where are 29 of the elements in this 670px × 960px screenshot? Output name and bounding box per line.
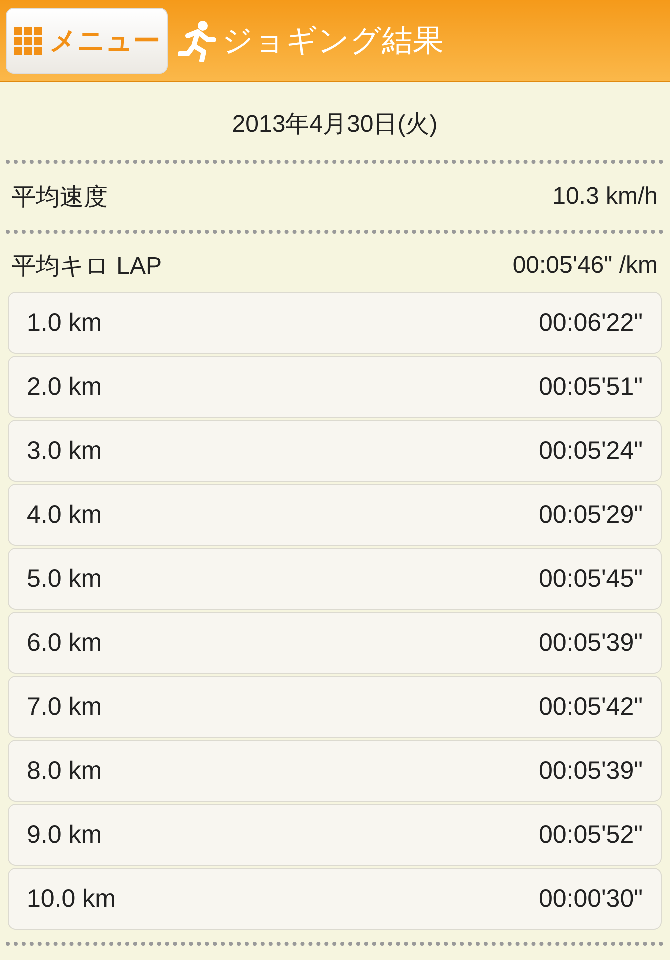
lap-distance: 6.0 km <box>27 628 102 658</box>
lap-time: 00:05'39" <box>538 756 643 786</box>
page-title: ジョギング結果 <box>222 22 444 60</box>
lap-time: 00:05'24" <box>538 436 643 466</box>
stat-label: 平均キロ LAP <box>12 252 162 282</box>
stat-label: 平均速度 <box>12 183 108 213</box>
lap-time: 00:05'45" <box>538 564 643 594</box>
stat-value: 00:05'46" /km <box>512 252 658 280</box>
lap-time: 00:06'22" <box>538 308 643 338</box>
lap-distance: 1.0 km <box>27 308 102 338</box>
lap-time: 00:05'29" <box>538 500 643 530</box>
lap-distance: 8.0 km <box>27 756 102 786</box>
grid-icon <box>14 26 42 54</box>
lap-distance: 3.0 km <box>27 436 102 466</box>
lap-distance: 4.0 km <box>27 500 102 530</box>
lap-distance: 9.0 km <box>27 820 102 850</box>
lap-time: 00:05'52" <box>538 820 643 850</box>
menu-button[interactable]: メニュー <box>6 8 168 74</box>
lap-distance: 5.0 km <box>27 564 102 594</box>
date-text: 2013年4月30日(火) <box>231 110 439 140</box>
lap-time: 00:05'51" <box>538 372 643 402</box>
lap-time: 00:05'42" <box>538 692 643 722</box>
lap-distance: 7.0 km <box>27 692 102 722</box>
runner-icon <box>178 20 216 62</box>
lap-time: 00:05'39" <box>538 628 643 658</box>
stat-value: 10.3 km/h <box>552 183 658 211</box>
lap-distance: 10.0 km <box>27 884 116 914</box>
lap-distance: 2.0 km <box>27 372 102 402</box>
lap-time: 00:00'30" <box>538 884 643 914</box>
